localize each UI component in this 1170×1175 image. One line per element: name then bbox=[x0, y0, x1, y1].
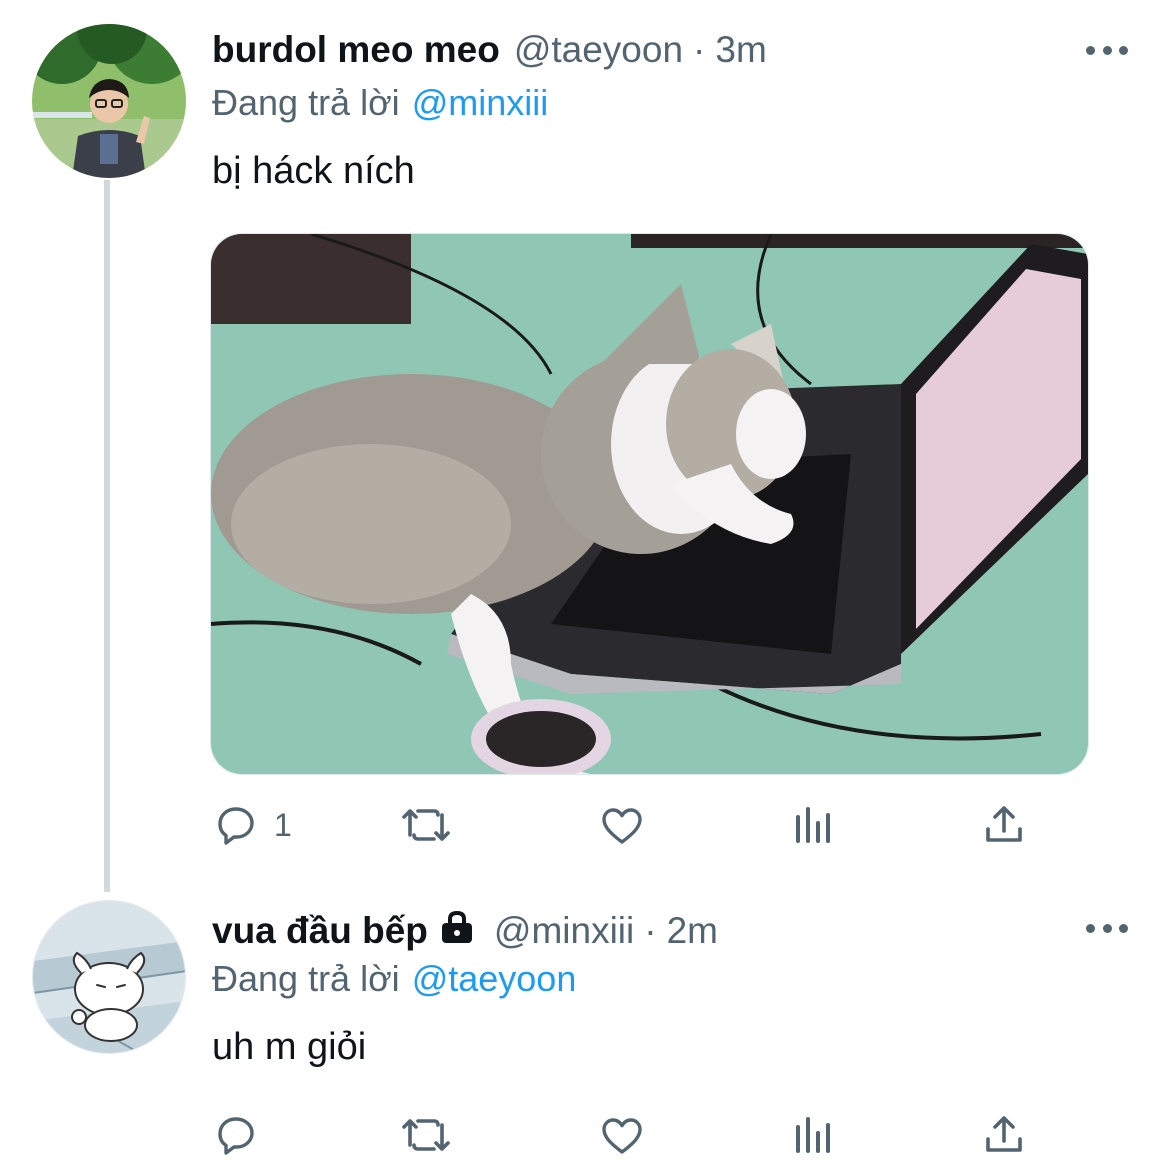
retweet-icon bbox=[402, 1119, 450, 1151]
views-icon bbox=[796, 807, 830, 843]
more-icon[interactable] bbox=[1086, 918, 1128, 938]
retweet-button[interactable] bbox=[400, 1110, 452, 1160]
display-name[interactable]: vua đầu bếp bbox=[212, 910, 428, 952]
tweet-actions: 1 bbox=[212, 800, 1042, 850]
like-button[interactable] bbox=[598, 800, 646, 850]
mention-link[interactable]: @minxiii bbox=[412, 82, 549, 123]
mention-link[interactable]: @taeyoon bbox=[412, 958, 577, 999]
retweet-button[interactable] bbox=[400, 800, 452, 850]
share-icon bbox=[986, 1116, 1022, 1152]
replying-prefix: Đang trả lời bbox=[212, 82, 400, 123]
replying-prefix: Đang trả lời bbox=[212, 958, 400, 999]
reply-button[interactable]: 1 bbox=[212, 800, 292, 850]
cat-on-laptop-image bbox=[211, 234, 1088, 774]
retweet-icon bbox=[402, 809, 450, 841]
timestamp[interactable]: 2m bbox=[667, 910, 718, 952]
separator-dot: · bbox=[693, 29, 706, 70]
tweet-header: burdol meo meo @taeyoon · 3m bbox=[212, 25, 767, 75]
avatar[interactable] bbox=[32, 24, 186, 178]
user-handle[interactable]: @taeyoon bbox=[514, 29, 683, 71]
views-icon bbox=[796, 1117, 830, 1153]
cartoon-dog-avatar-icon bbox=[33, 901, 185, 1053]
tweet-actions bbox=[212, 1110, 1042, 1160]
more-icon[interactable] bbox=[1086, 40, 1128, 60]
tweet-1[interactable]: burdol meo meo @taeyoon · 3m Đang trả lờ… bbox=[0, 0, 1170, 880]
share-button[interactable] bbox=[980, 1110, 1028, 1160]
tweet-text: uh m giỏi bbox=[212, 1026, 367, 1068]
lock-icon bbox=[438, 910, 476, 953]
timestamp[interactable]: 3m bbox=[715, 29, 766, 71]
tweet-header: vua đầu bếp @minxiii · 2m bbox=[212, 906, 718, 956]
display-name[interactable]: burdol meo meo bbox=[212, 29, 500, 71]
views-button[interactable] bbox=[790, 800, 834, 850]
person-avatar-icon bbox=[32, 24, 186, 178]
reply-count: 1 bbox=[274, 806, 292, 843]
user-handle[interactable]: @minxiii bbox=[494, 910, 634, 952]
reply-icon bbox=[218, 807, 254, 845]
like-icon bbox=[602, 1118, 642, 1154]
avatar[interactable] bbox=[32, 900, 186, 1054]
like-icon bbox=[602, 808, 642, 844]
replying-to-line: Đang trả lời @taeyoon bbox=[212, 958, 576, 1000]
like-button[interactable] bbox=[598, 1110, 646, 1160]
views-button[interactable] bbox=[790, 1110, 834, 1160]
share-icon bbox=[986, 806, 1022, 842]
separator-dot: · bbox=[644, 910, 657, 951]
reply-icon bbox=[218, 1117, 254, 1155]
tweet-2[interactable]: vua đầu bếp @minxiii · 2m Đang trả lời @t… bbox=[0, 880, 1170, 1175]
tweet-text: bị háck ních bbox=[212, 150, 415, 192]
tweet-media-image[interactable] bbox=[210, 233, 1089, 775]
reply-button[interactable] bbox=[212, 1110, 260, 1160]
share-button[interactable] bbox=[980, 800, 1028, 850]
replying-to-line: Đang trả lời @minxiii bbox=[212, 82, 548, 124]
